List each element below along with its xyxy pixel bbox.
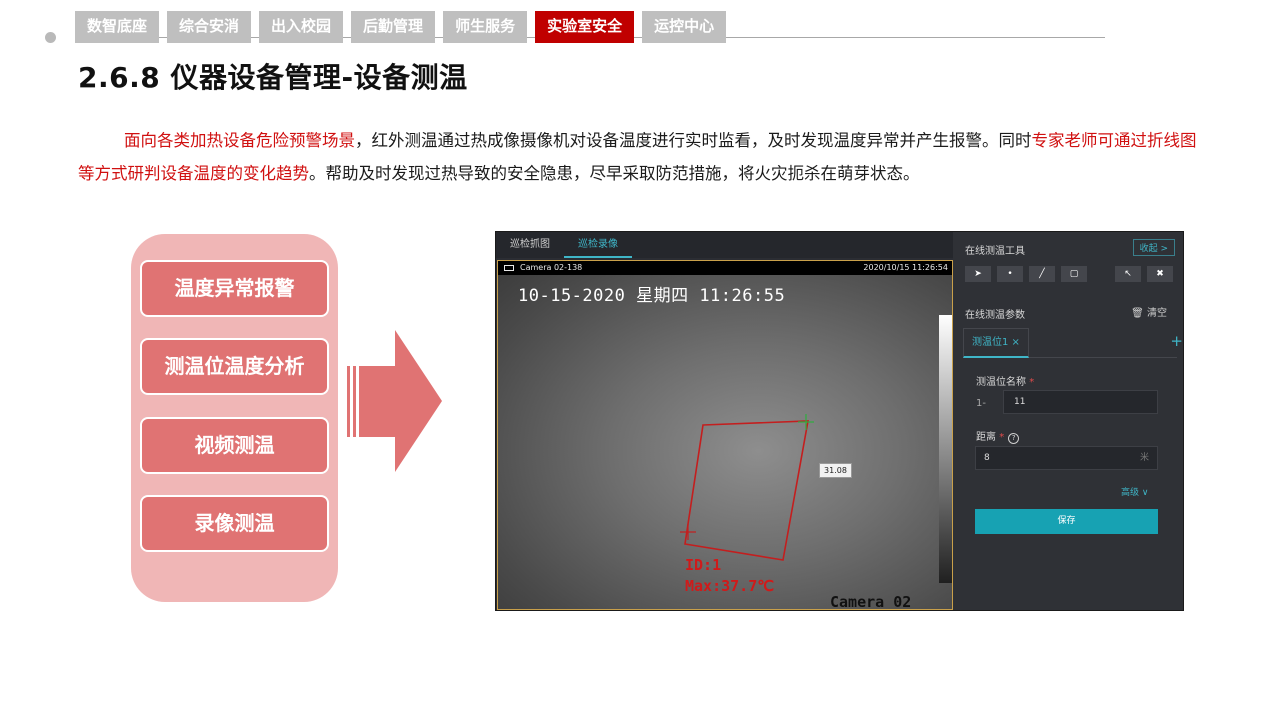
description: 面向各类加热设备危险预警场景，红外测温通过热成像摄像机对设备温度进行实时监看，及… <box>78 124 1208 190</box>
measurement-polygon <box>684 420 809 561</box>
position-name-label: 测温位名称 * <box>976 377 1035 388</box>
temperature-readout: 31.08 <box>819 463 852 478</box>
measurement-panel: 在线测温工具 收起 > ➤ • ╱ ▢ ↖ ✖ 在线测温参数 🗑 清空 测温位1… <box>953 232 1183 610</box>
nav-tab-shuzhi[interactable]: 数智底座 <box>75 11 160 43</box>
pointer-icon[interactable]: ➤ <box>965 266 991 282</box>
app-tab-bar: 巡检抓图 巡检录像 <box>496 232 953 258</box>
help-icon[interactable]: ? <box>1008 433 1020 444</box>
nav-tab-lab-safety[interactable]: 实验室安全 <box>535 11 635 43</box>
page-title: 2.6.8 仪器设备管理-设备测温 <box>78 61 468 94</box>
param-title: 在线测温参数 <box>965 310 1025 321</box>
clear-button[interactable]: 🗑 清空 <box>1131 304 1167 319</box>
required-mark: * <box>1029 377 1035 388</box>
position-name-prefix: 1- <box>976 398 986 409</box>
thermal-video[interactable]: Camera 02-138 2020/10/15 11:26:54 10-15-… <box>497 260 953 610</box>
position-name-input[interactable]: 11 <box>1003 390 1158 414</box>
feature-video-temp[interactable]: 视频测温 <box>140 417 329 474</box>
top-nav: 数智底座 综合安消 出入校园 后勤管理 师生服务 实验室安全 运控中心 <box>75 11 727 43</box>
osd-region-id: ID:1 <box>685 556 722 574</box>
right-arrow-icon <box>347 330 442 472</box>
description-highlight-1: 面向各类加热设备危险预警场景 <box>124 131 355 150</box>
tool-row: ➤ • ╱ ▢ ↖ ✖ <box>965 266 1179 282</box>
nav-bullet <box>45 32 56 43</box>
nav-tab-anxiao[interactable]: 综合安消 <box>167 11 252 43</box>
add-position-button[interactable]: + <box>1170 332 1183 350</box>
distance-input[interactable]: 8米 <box>975 446 1158 470</box>
description-text-2: 。帮助及时发现过热导致的安全隐患，尽早采取防范措施，将火灾扼杀在萌芽状态。 <box>309 164 920 183</box>
distance-unit: 米 <box>1139 453 1149 463</box>
feature-recording-temp[interactable]: 录像测温 <box>140 495 329 552</box>
measurement-region-overlay <box>680 414 814 561</box>
trash-icon[interactable]: ✖ <box>1147 266 1173 282</box>
advanced-toggle[interactable]: 高级 ∨ <box>1121 485 1148 498</box>
osd-camera-label: Camera 02 <box>830 593 912 610</box>
point-icon[interactable]: • <box>997 266 1023 282</box>
feature-panel: 温度异常报警 测温位温度分析 视频测温 录像测温 <box>131 234 338 602</box>
osd-region-max: Max:37.7℃ <box>685 577 775 595</box>
distance-label: 距离 *? <box>976 428 1020 444</box>
nav-tab-yunkong[interactable]: 运控中心 <box>642 11 727 43</box>
nav-tab-shisheng[interactable]: 师生服务 <box>443 11 528 43</box>
tab-inspection-capture[interactable]: 巡检抓图 <box>496 232 564 258</box>
crosshair-marker-icon <box>798 414 814 430</box>
tab-position-1[interactable]: 测温位1 × <box>963 328 1029 358</box>
line-icon[interactable]: ╱ <box>1029 266 1055 282</box>
feature-position-analysis[interactable]: 测温位温度分析 <box>140 338 329 395</box>
min-marker-icon <box>680 524 696 540</box>
rect-icon[interactable]: ▢ <box>1061 266 1087 282</box>
temperature-app-screenshot: 巡检抓图 巡检录像 Camera 02-138 2020/10/15 11:26… <box>495 231 1184 611</box>
nav-tab-churu[interactable]: 出入校园 <box>259 11 344 43</box>
collapse-button[interactable]: 收起 > <box>1132 239 1175 256</box>
description-text-1: ，红外测温通过热成像摄像机对设备温度进行实时监看，及时发现温度异常并产生报警。同… <box>355 131 1032 150</box>
tab-inspection-recording[interactable]: 巡检录像 <box>564 232 632 258</box>
nav-tab-houqin[interactable]: 后勤管理 <box>351 11 436 43</box>
feature-temp-alarm[interactable]: 温度异常报警 <box>140 260 329 317</box>
tool-title: 在线测温工具 <box>965 246 1025 257</box>
position-tab-bar: 测温位1 × + <box>963 328 1183 358</box>
required-mark: * <box>999 432 1005 443</box>
save-button[interactable]: 保存 <box>975 509 1158 534</box>
select-icon[interactable]: ↖ <box>1115 266 1141 282</box>
